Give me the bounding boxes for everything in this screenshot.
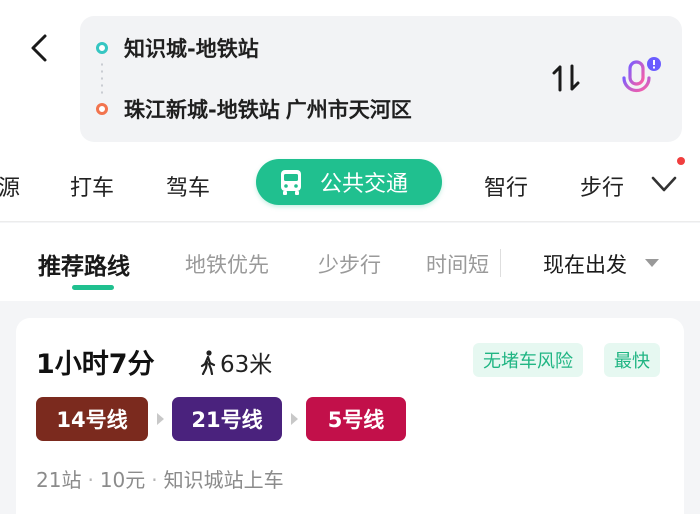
swap-button[interactable] [548,60,584,96]
station-count: 21站 [36,468,82,492]
origin-dot-icon [96,42,108,54]
tab-subway-first[interactable]: 地铁优先 [185,249,269,279]
walk-distance-value: 63米 [220,352,273,378]
meta-separator: · [151,468,158,492]
tab-smart-travel[interactable]: 智行 [484,170,528,202]
tab-public-transit-label: 公共交通 [320,172,409,197]
caret-down-icon [645,259,659,267]
active-tab-indicator [72,285,114,290]
more-modes-button[interactable] [648,168,680,200]
tag-no-traffic-risk: 无堵车风险 [473,343,583,377]
route-connector [101,61,103,97]
microphone-icon [622,57,661,98]
bus-icon [281,170,301,195]
chevron-right-icon [148,397,172,441]
line-chip-5[interactable]: 5号线 [306,397,406,441]
tab-shortest-time[interactable]: 时间短 [426,249,494,279]
tab-public-transit[interactable]: 公共交通 [256,159,442,205]
route-meta: 21站 · 10元 · 知识城站上车 [36,464,284,493]
chevron-down-icon [651,176,677,192]
route-input-box: 知识城-地铁站 珠江新城-地铁站 广州市天河区 [80,16,682,142]
meta-separator: · [87,468,94,492]
destination-city: 广州市天河区 [285,98,412,122]
tag-fastest: 最快 [604,343,660,377]
chevron-right-icon [282,397,306,441]
line-chip-21[interactable]: 21号线 [172,397,282,441]
transit-lines: 14号线 21号线 5号线 [36,397,406,441]
route-preference-tabs: 推荐路线 地铁优先 少步行 时间短 现在出发 [0,223,700,301]
tab-walk[interactable]: 步行 [580,170,624,202]
boarding-station: 知识城站上车 [163,468,284,492]
tab-resource[interactable]: 源 [0,170,20,202]
swap-icon [552,64,580,92]
tab-less-walking[interactable]: 少步行 [318,249,381,279]
walk-icon [200,350,216,375]
depart-time-selector[interactable]: 现在出发 [543,249,627,279]
back-arrow-icon [31,34,47,62]
route-card[interactable]: 1小时7分 63米 无堵车风险 最快 14号线 21号线 5号线 21站 · 10元… [16,318,684,514]
notification-dot [677,157,685,165]
tab-recommended[interactable]: 推荐路线 [38,247,130,281]
route-duration: 1小时7分 [36,349,155,380]
destination-dot-icon [96,103,108,115]
tab-taxi[interactable]: 打车 [70,170,114,202]
line-chip-14[interactable]: 14号线 [36,397,148,441]
destination-field[interactable]: 珠江新城-地铁站 广州市天河区 [124,94,412,124]
destination-name: 珠江新城-地铁站 [124,98,280,122]
voice-search-button[interactable] [616,56,662,102]
fare: 10元 [99,468,146,492]
tab-drive[interactable]: 驾车 [166,170,210,202]
walk-distance: 63米 [198,345,272,379]
origin-field[interactable]: 知识城-地铁站 [124,33,259,63]
route-header: 知识城-地铁站 珠江新城-地铁站 广州市天河区 [0,0,700,150]
subtab-divider [500,249,501,277]
back-button[interactable] [24,30,54,66]
travel-mode-tabs: 源 打车 驾车 公共交通 智行 步行 [0,150,700,222]
